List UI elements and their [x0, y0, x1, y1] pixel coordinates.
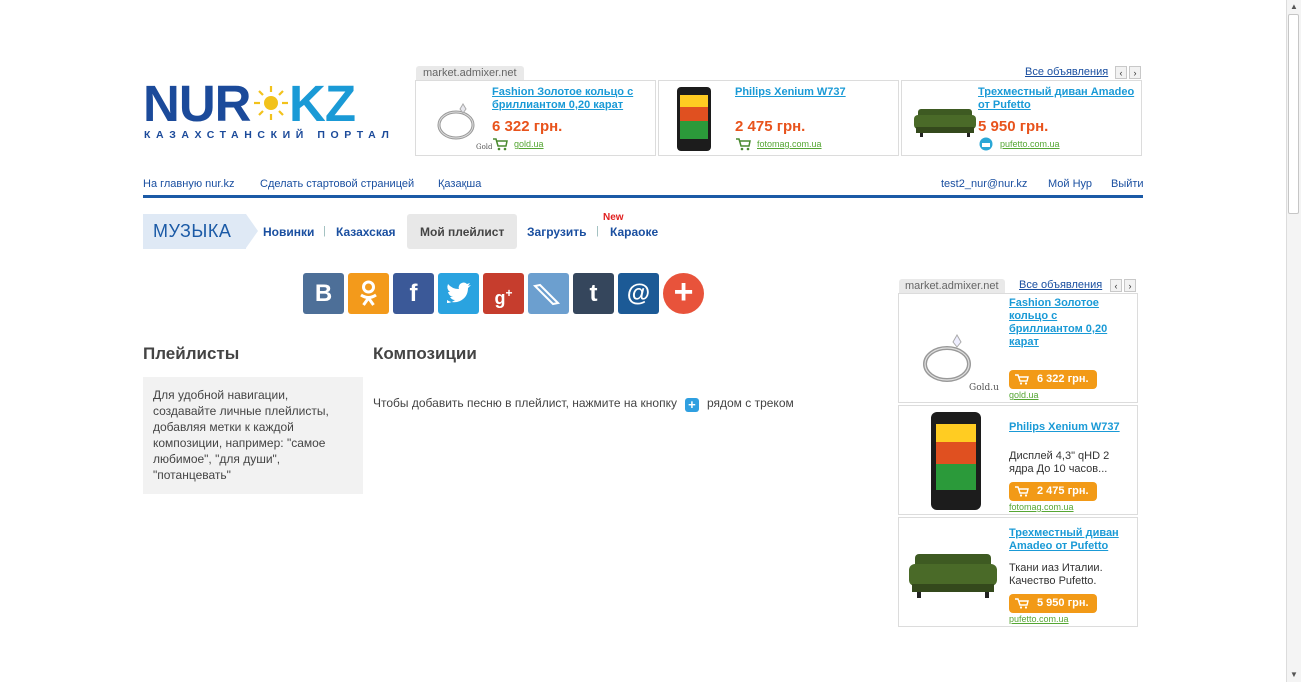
add-track-icon: +: [684, 398, 699, 412]
side-ad-description: Дисплей 4,3" qHD 2 ядра До 10 часов...: [1009, 450, 1110, 475]
odnoklassniki-icon[interactable]: [348, 273, 389, 314]
svg-text:Gold.ua: Gold.ua: [476, 143, 492, 151]
logout-link[interactable]: Выйти: [1111, 178, 1144, 190]
cart-icon: [493, 138, 508, 151]
sun-icon: [254, 86, 288, 120]
side-ad-price-button[interactable]: 2 475 грн.: [1009, 482, 1097, 501]
top-ads-next-button[interactable]: ›: [1129, 66, 1141, 79]
side-ad-shop-link[interactable]: fotomag.com.ua: [1009, 502, 1074, 512]
top-ad-price: 2 475 грн.: [735, 118, 806, 135]
ring-image: Gold.ua: [437, 103, 492, 151]
side-ad-item[interactable]: Трехместный диван Amadeo от Pufetto Ткан…: [898, 517, 1138, 627]
side-ads-prev-button[interactable]: ‹: [1110, 279, 1122, 292]
side-ad-price-button[interactable]: 6 322 грн.: [1009, 370, 1097, 389]
twitter-icon[interactable]: [438, 273, 479, 314]
top-ad-title[interactable]: Fashion Золотое кольцо с бриллиантом 0,2…: [492, 86, 652, 112]
vertical-scrollbar[interactable]: ▲ ▼: [1286, 0, 1301, 682]
top-ads: Gold.ua Fashion Золотое кольцо с бриллиа…: [415, 80, 1143, 156]
scroll-up-icon[interactable]: ▲: [1289, 2, 1299, 12]
side-ad-shop-link[interactable]: pufetto.com.ua: [1009, 614, 1069, 624]
new-badge: New: [603, 212, 624, 223]
mail-ru-icon[interactable]: @: [618, 273, 659, 314]
side-ad-price-button[interactable]: 5 950 грн.: [1009, 594, 1097, 613]
compositions-hint: Чтобы добавить песню в плейлист, нажмите…: [373, 396, 794, 412]
logo-word-left: NUR: [143, 75, 251, 132]
top-ads-prev-button[interactable]: ‹: [1115, 66, 1127, 79]
top-ad-shop-link[interactable]: gold.ua: [514, 139, 544, 149]
side-ad-source: market.admixer.net: [899, 279, 1005, 293]
facebook-icon[interactable]: f: [393, 273, 434, 314]
top-ad-title[interactable]: Philips Xenium W737: [735, 86, 895, 99]
side-ad-item[interactable]: Philips Xenium W737 Дисплей 4,3" qHD 2 я…: [898, 405, 1138, 515]
top-nav: На главную nur.kz Сделать стартовой стра…: [143, 178, 1144, 196]
side-ad-title[interactable]: Philips Xenium W737: [1009, 421, 1131, 434]
top-ad-shop-link[interactable]: pufetto.com.ua: [1000, 139, 1060, 149]
top-ad-item[interactable]: Gold.ua Fashion Золотое кольцо с бриллиа…: [415, 80, 656, 156]
side-ad-item[interactable]: Gold.ua Fashion Золотое кольцо с бриллиа…: [898, 293, 1138, 403]
side-ad-description: Ткани иаз Италии. Качество Pufetto.: [1009, 562, 1103, 587]
tumblr-icon[interactable]: t: [573, 273, 614, 314]
playlists-heading: Плейлисты: [143, 344, 240, 363]
language-link[interactable]: Қазақша: [438, 178, 481, 190]
top-ad-item[interactable]: Philips Xenium W737 2 475 грн. fotomag.c…: [658, 80, 899, 156]
svg-text:Gold.ua: Gold.ua: [969, 383, 999, 393]
sofa-image: [914, 109, 976, 137]
my-nur-link[interactable]: Мой Нур: [1048, 178, 1092, 190]
side-ad-title[interactable]: Трехместный диван Amadeo от Pufetto: [1009, 527, 1131, 553]
section-title[interactable]: МУЗЫКА: [143, 214, 258, 249]
top-ad-item[interactable]: Трехместный диван Amadeo от Pufetto 5 95…: [901, 80, 1142, 156]
site-logo[interactable]: NUR KZ КАЗАХСТАНСКИЙ ПОРТАЛ: [143, 78, 389, 145]
cart-icon: [1015, 486, 1029, 497]
livejournal-icon[interactable]: [528, 273, 569, 314]
google-plus-icon[interactable]: g+: [483, 273, 524, 314]
scrollbar-thumb[interactable]: [1288, 14, 1299, 214]
tab-karaoke[interactable]: Караоке: [610, 225, 658, 239]
nav-divider: [143, 195, 1143, 198]
tab-upload[interactable]: Загрузить: [527, 225, 586, 239]
logo-subtitle: КАЗАХСТАНСКИЙ ПОРТАЛ: [144, 129, 395, 141]
cart-icon: [1015, 374, 1029, 385]
tab-separator: |: [596, 225, 599, 237]
playlists-info: Для удобной навигации, создавайте личные…: [143, 377, 363, 494]
side-ad-title[interactable]: Fashion Золотое кольцо с бриллиантом 0,2…: [1009, 297, 1131, 349]
home-link[interactable]: На главную nur.kz: [143, 178, 235, 190]
shop-logo-icon: [979, 137, 993, 151]
top-ads-all-link[interactable]: Все объявления: [1025, 66, 1108, 78]
ring-image: Gold.ua: [923, 333, 999, 393]
cart-icon: [736, 138, 751, 151]
top-ad-source: market.admixer.net: [416, 66, 524, 80]
top-ad-price: 5 950 грн.: [978, 118, 1049, 135]
start-page-link[interactable]: Сделать стартовой страницей: [260, 178, 414, 190]
sofa-image: [909, 554, 997, 598]
phone-image: [931, 412, 981, 510]
tab-new[interactable]: Новинки: [263, 225, 314, 239]
scroll-down-icon[interactable]: ▼: [1289, 670, 1299, 680]
tab-separator: |: [323, 225, 326, 237]
top-ad-shop-link[interactable]: fotomag.com.ua: [757, 139, 822, 149]
top-ad-title[interactable]: Трехместный диван Amadeo от Pufetto: [978, 86, 1138, 112]
logo-word-right: KZ: [289, 75, 356, 132]
side-ads-all-link[interactable]: Все объявления: [1019, 279, 1102, 291]
user-email-link[interactable]: test2_nur@nur.kz: [941, 178, 1027, 190]
cart-icon: [1015, 598, 1029, 609]
tab-my-playlist[interactable]: Мой плейлист: [420, 225, 504, 239]
more-share-icon[interactable]: +: [663, 273, 704, 314]
side-ads-next-button[interactable]: ›: [1124, 279, 1136, 292]
compositions-heading: Композиции: [373, 344, 477, 363]
vkontakte-icon[interactable]: B: [303, 273, 344, 314]
top-ad-price: 6 322 грн.: [492, 118, 563, 135]
side-ad-shop-link[interactable]: gold.ua: [1009, 390, 1039, 400]
tab-kazakh[interactable]: Казахская: [336, 225, 396, 239]
phone-image: [677, 87, 711, 151]
